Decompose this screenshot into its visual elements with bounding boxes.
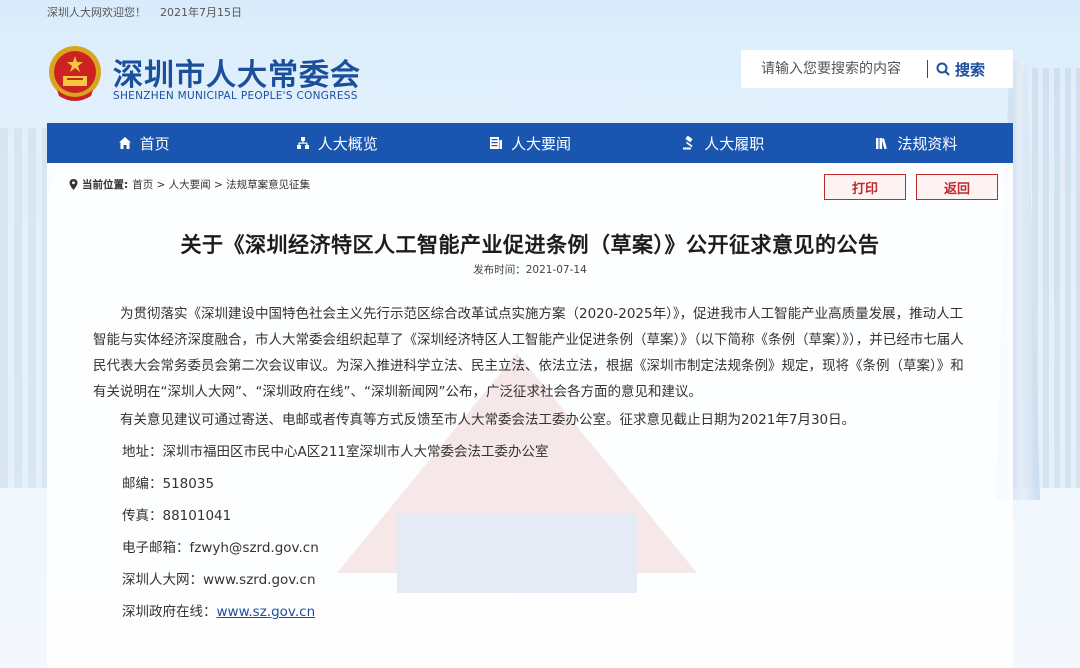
contact-email: 电子邮箱：fzwyh@szrd.gov.cn: [93, 535, 973, 561]
article-title: 关于《深圳经济特区人工智能产业促进条例（草案）》公开征求意见的公告: [180, 233, 880, 257]
nav-item-label: 首页: [139, 134, 170, 153]
site-title: 深圳市人大常委会: [113, 58, 361, 93]
search-button-label: 搜索: [955, 60, 986, 79]
location-pin-icon: [69, 179, 78, 190]
nav-item-overview[interactable]: 人大概览: [240, 123, 433, 163]
search-icon: [936, 62, 950, 76]
gov-label: 深圳政府在线：: [122, 604, 217, 620]
article-body: 为贯彻落实《深圳建设中国特色社会主义先行示范区综合改革试点实施方案（2020-2…: [93, 301, 973, 625]
current-date: 2021年7月15日: [160, 6, 242, 19]
top-bar: 深圳人大网欢迎您！ 2021年7月15日: [47, 4, 256, 20]
main-nav: 首页 人大概览 人大要闻 人大履职 法规资料: [47, 123, 1013, 163]
news-icon: [490, 137, 502, 149]
breadcrumb-label: 当前位置:: [82, 179, 129, 191]
welcome-text: 深圳人大网欢迎您！: [47, 6, 146, 19]
national-emblem-icon: [49, 46, 101, 101]
nav-item-label: 人大要闻: [511, 134, 572, 153]
szrd-label: 深圳人大网：: [122, 572, 203, 588]
contact-address: 地址：深圳市福田区市民中心A区211室深圳市人大常委会法工委办公室: [122, 444, 549, 460]
gavel-icon: [683, 136, 693, 150]
breadcrumb: 当前位置: 首页 > 人大要闻 > 法规草案意见征集: [69, 177, 310, 192]
nav-item-label: 人大履职: [704, 134, 765, 153]
nav-item-home[interactable]: 首页: [47, 123, 240, 163]
contact-fax: 传真：88101041: [122, 508, 232, 524]
search-box: 搜索: [741, 50, 1013, 88]
nav-item-duties[interactable]: 人大履职: [627, 123, 820, 163]
back-button[interactable]: 返回: [916, 174, 998, 200]
search-input[interactable]: [741, 50, 927, 88]
home-icon: [118, 137, 131, 149]
nav-item-news[interactable]: 人大要闻: [433, 123, 626, 163]
email-address: fzwyh@szrd.gov.cn: [189, 540, 319, 556]
books-icon: [876, 138, 888, 150]
org-chart-icon: [296, 137, 309, 149]
search-divider: [927, 60, 928, 78]
site-subtitle: SHENZHEN MUNICIPAL PEOPLE'S CONGRESS: [113, 90, 358, 102]
gov-site-link[interactable]: www.sz.gov.cn: [217, 604, 316, 620]
nav-item-label: 法规资料: [897, 134, 958, 153]
szrd-url: www.szrd.gov.cn: [203, 572, 316, 588]
search-button[interactable]: 搜索: [936, 59, 985, 80]
print-button[interactable]: 打印: [824, 174, 906, 200]
nav-item-regulations[interactable]: 法规资料: [820, 123, 1013, 163]
publish-time: 发布时间：2021-07-14: [473, 264, 587, 276]
content-panel: 当前位置: 首页 > 人大要闻 > 法规草案意见征集 打印 返回 关于《深圳经济…: [47, 163, 1013, 668]
skyline-left-decoration: [0, 128, 50, 488]
contact-gov-site: 深圳政府在线：www.sz.gov.cn: [93, 599, 973, 625]
article-paragraph: 有关意见建议可通过寄送、电邮或者传真等方式反馈至市人大常委会法工委办公室。征求意…: [120, 412, 856, 428]
contact-szrd-site: 深圳人大网：www.szrd.gov.cn: [93, 567, 973, 593]
breadcrumb-path[interactable]: 首页 > 人大要闻 > 法规草案意见征集: [132, 177, 310, 192]
email-label: 电子邮箱：: [122, 540, 190, 556]
article-paragraph: 为贯彻落实《深圳建设中国特色社会主义先行示范区综合改革试点实施方案（2020-2…: [93, 306, 964, 400]
nav-item-label: 人大概览: [317, 134, 378, 153]
contact-postcode: 邮编：518035: [122, 476, 215, 492]
